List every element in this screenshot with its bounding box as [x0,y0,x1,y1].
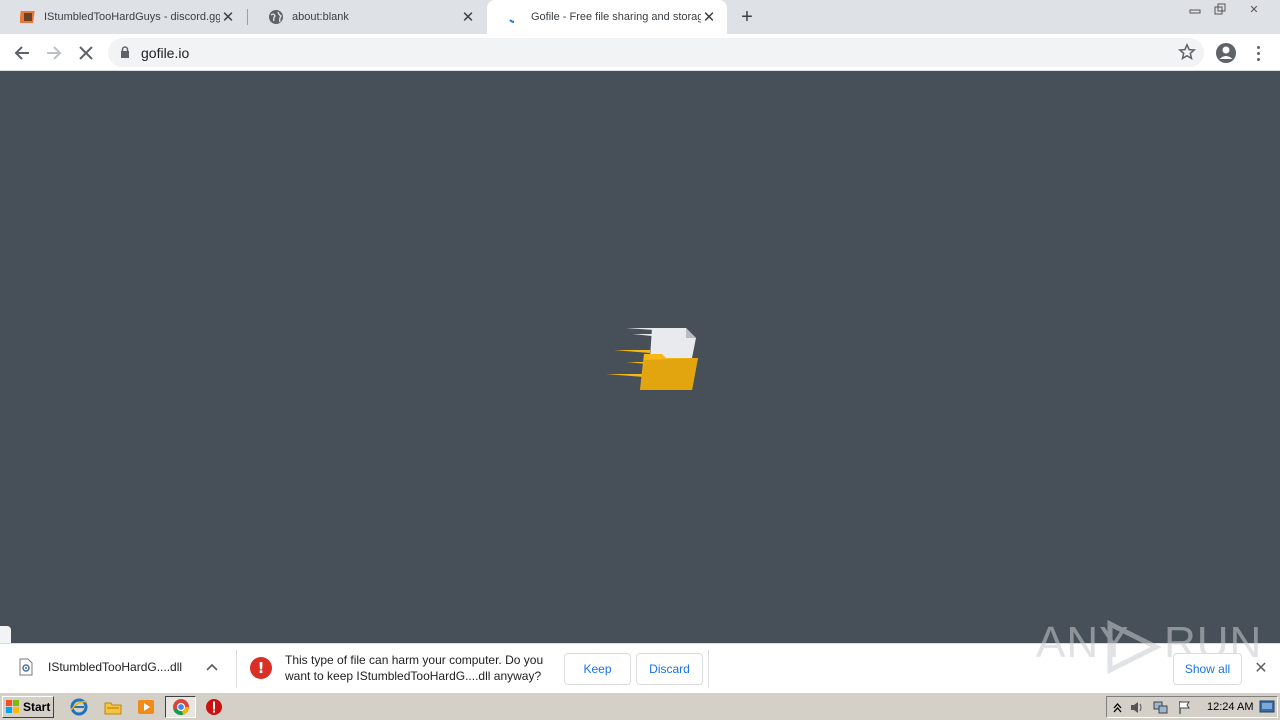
download-item[interactable]: IStumbledTooHardG....dll [18,658,182,676]
taskbar-clock[interactable]: 12:24 AM [1207,701,1253,713]
tab-close-icon[interactable]: ✕ [460,9,476,26]
play-logo-icon [1107,620,1162,674]
minimize-icon[interactable] [1183,0,1207,18]
stop-loading-button[interactable] [74,41,98,65]
tab-close-icon[interactable]: ✕ [701,9,717,26]
new-tab-button[interactable]: + [737,6,757,28]
back-button[interactable] [10,41,34,65]
explorer-folder-icon[interactable] [104,698,122,716]
forward-button[interactable] [42,41,66,65]
tab-close-icon[interactable]: ✕ [220,9,236,26]
loading-spinner-icon [507,9,523,25]
chrome-icon [173,699,190,716]
windows-taskbar: Start 12:24 AM [0,692,1280,720]
tab-about-blank[interactable]: about:blank ✕ [248,0,486,34]
start-button[interactable]: Start [2,696,54,718]
tab-title: Gofile - Free file sharing and storage [531,11,701,23]
download-filename: IStumbledTooHardG....dll [48,660,183,674]
keep-button[interactable]: Keep [564,653,631,685]
start-label: Start [23,700,51,714]
media-player-icon[interactable] [137,698,155,716]
tab-gofile[interactable]: Gofile - Free file sharing and storage ✕ [487,0,727,34]
show-all-button[interactable]: Show all [1173,653,1242,685]
action-center-flag-icon[interactable] [1177,700,1192,715]
tab-strip: IStumbledTooHardGuys - discord.gg ✕ abou… [0,0,1280,34]
show-hidden-icons-icon[interactable] [1110,700,1125,715]
tab-title: IStumbledTooHardGuys - discord.gg [44,11,220,23]
stop-icon[interactable] [205,698,223,716]
browser-toolbar: gofile.io [0,34,1280,71]
close-icon [79,46,93,60]
star-icon[interactable] [1178,43,1196,61]
dll-file-icon [19,658,33,676]
tab-title: about:blank [292,11,349,23]
close-download-bar-icon[interactable]: ✕ [1252,659,1270,677]
show-desktop-icon[interactable] [1259,699,1275,715]
arrow-right-icon [47,46,62,60]
scrollbar-nub[interactable] [0,626,11,644]
windows-logo-icon [6,700,19,713]
network-icon[interactable] [1153,700,1168,715]
address-bar[interactable]: gofile.io [108,38,1204,67]
warning-line-2: want to keep IStumbledTooHardG....dll an… [285,669,542,683]
divider [708,650,709,688]
arrow-left-icon [14,46,29,60]
chevron-up-icon[interactable] [204,659,220,675]
lock-icon [121,46,129,58]
download-warning-message: This type of file can harm your computer… [285,652,560,684]
flying-folder-icon [606,328,698,390]
menu-kebab-icon[interactable] [1250,42,1266,64]
puzzle-favicon-icon [19,9,36,25]
system-tray: 12:24 AM [1106,696,1278,718]
taskbar-chrome-button[interactable] [165,696,196,718]
danger-warning-icon: ! [250,657,272,679]
discard-button[interactable]: Discard [636,653,703,685]
profile-avatar-icon[interactable] [1215,42,1237,64]
tab-discord[interactable]: IStumbledTooHardGuys - discord.gg ✕ [0,0,246,34]
url-text: gofile.io [141,45,190,61]
restore-icon[interactable] [1208,0,1232,18]
page-content [0,72,1280,644]
divider [236,650,237,688]
close-window-icon[interactable]: ✕ [1240,0,1268,18]
warning-line-1: This type of file can harm your computer… [285,653,544,667]
ie-icon[interactable] [70,698,88,716]
download-bar: ANY RUN IStumbledTooHardG....dll ! This … [0,618,1280,692]
globe-icon [268,9,284,25]
speaker-icon[interactable] [1129,700,1144,715]
